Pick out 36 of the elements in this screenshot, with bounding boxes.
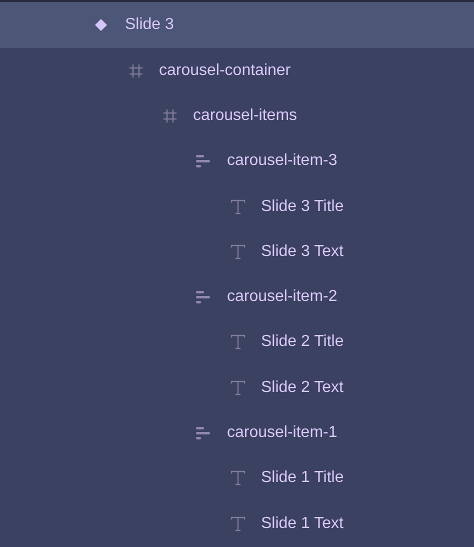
hash-icon — [162, 108, 178, 124]
layer-name: carousel-container — [159, 60, 291, 81]
text-icon — [230, 244, 246, 260]
layer-name: Slide 3 — [125, 15, 174, 35]
layer-name: carousel-item-2 — [227, 287, 338, 308]
diamond-icon — [94, 18, 108, 32]
lines-icon — [196, 426, 210, 440]
layer-name: Slide 1 Text — [261, 514, 344, 534]
layer-row[interactable]: carousel-item-2 — [0, 274, 474, 320]
layer-row[interactable]: carousel-items — [0, 93, 474, 139]
layer-name: Slide 1 Title — [261, 468, 344, 488]
layer-row[interactable]: carousel-container — [0, 48, 474, 94]
layer-row[interactable]: Slide 2 Title — [0, 320, 474, 366]
layer-name: Slide 3 Title — [261, 196, 344, 217]
text-icon — [230, 334, 246, 350]
layer-row[interactable]: Slide 1 Text — [0, 500, 474, 546]
lines-icon — [196, 290, 210, 304]
text-icon — [230, 198, 246, 215]
layer-name: Slide 2 Text — [261, 378, 344, 398]
layer-name: carousel-item-3 — [227, 151, 338, 172]
layer-name: carousel-item-1 — [227, 423, 338, 444]
layer-row[interactable]: carousel-item-1 — [0, 410, 474, 456]
layer-row[interactable]: Slide 1 Title — [0, 456, 474, 501]
hash-icon — [128, 62, 144, 79]
text-icon — [230, 470, 246, 486]
layer-row[interactable]: Slide 2 Text — [0, 365, 474, 410]
layer-row[interactable]: carousel-item-3 — [0, 138, 474, 184]
layer-name: Slide 2 Title — [261, 332, 344, 352]
layer-row[interactable]: Slide 3 Title — [0, 184, 474, 230]
layer-row[interactable]: Slide 3 — [0, 2, 474, 48]
lines-icon — [196, 154, 210, 168]
layer-row[interactable]: Slide 3 Text — [0, 229, 474, 274]
layer-name: Slide 3 Text — [261, 242, 344, 262]
text-icon — [230, 380, 246, 396]
text-icon — [230, 516, 246, 532]
layer-name: carousel-items — [193, 106, 298, 126]
